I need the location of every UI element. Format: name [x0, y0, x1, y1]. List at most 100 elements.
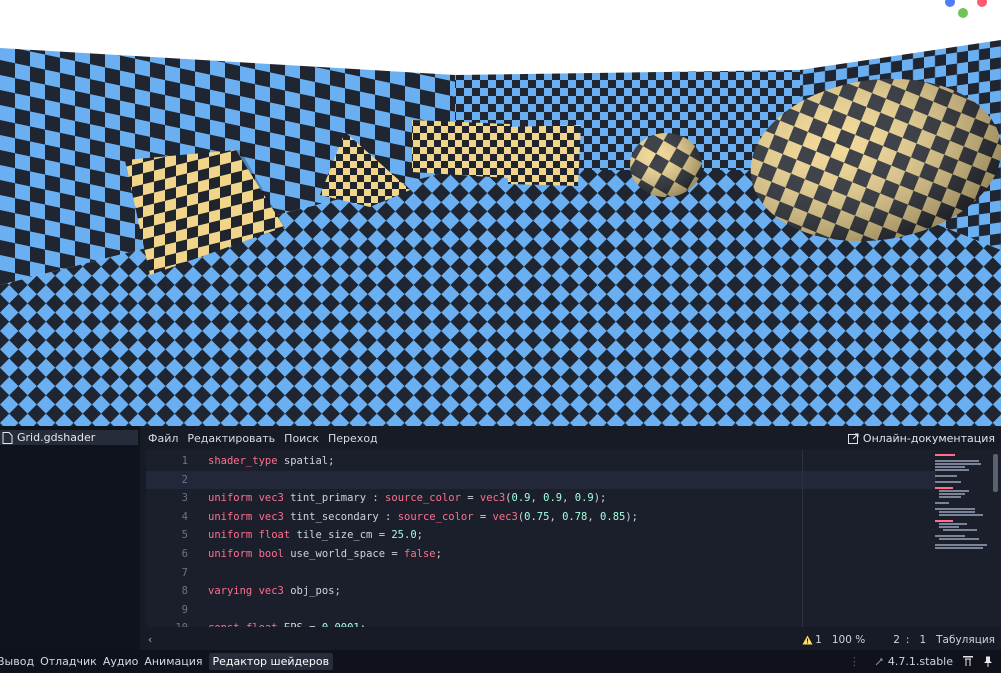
pin-panel-icon[interactable] [983, 656, 993, 667]
code-line[interactable]: 8 varying vec3 obj_pos; [146, 582, 936, 600]
code-token: 0.75 [524, 510, 550, 523]
code-token: 0.85 [600, 510, 626, 523]
vertical-scrollbar[interactable] [993, 454, 998, 492]
file-item-grid-gdshader[interactable]: Grid.gdshader [0, 430, 138, 445]
status-right: 1 100 % 2 : 1 Табуляция [802, 634, 995, 646]
code-token: EPS = [278, 622, 322, 627]
code-line[interactable]: 3 uniform vec3 tint_primary : source_colo… [146, 489, 936, 507]
tab-animation[interactable]: Анимация [144, 655, 202, 668]
shader-editor: Grid.gdshader Файл Редактировать Поиск П… [0, 426, 1001, 650]
code-token: , [549, 510, 563, 523]
line-number: 9 [181, 603, 188, 616]
code-token: uniform [208, 492, 253, 505]
code-minimap[interactable] [935, 452, 993, 562]
code-token: ; [360, 622, 366, 627]
code-token: float [258, 529, 291, 542]
code-token: = [460, 492, 480, 505]
online-docs-label: Онлайн-документация [862, 431, 995, 445]
code-token: 0.9 [574, 492, 594, 505]
tab-shader-editor[interactable]: Редактор шейдеров [208, 653, 334, 670]
code-token: vec3 [492, 510, 518, 523]
code-token: vec3 [258, 510, 284, 523]
3d-viewport[interactable] [0, 0, 1001, 426]
code-area[interactable]: 1 shader_type spatial; 2 3 uniform vec3 tint… [146, 450, 1001, 627]
code-token: uniform [208, 548, 253, 560]
cursor-column: 1 [919, 633, 927, 646]
line-source: const float EPS = 0.0001; [208, 622, 366, 627]
checker-scene[interactable] [0, 0, 1001, 426]
cursor-line: 2 [893, 633, 900, 646]
warning-icon[interactable] [802, 635, 813, 645]
code-token: const [208, 622, 240, 627]
engine-version[interactable]: 4.7.1.stable [888, 655, 953, 668]
code-line[interactable]: 4 uniform vec3 tint_secondary : source_co… [146, 508, 936, 526]
line-number: 3 [181, 492, 188, 505]
code-token: tile_size_cm = [290, 529, 392, 542]
code-token: spatial; [277, 455, 335, 467]
code-token: source_color [385, 492, 461, 505]
line-source: shader_type spatial; [208, 455, 334, 467]
line-number: 7 [181, 566, 188, 579]
godot-version-icon [875, 658, 883, 665]
code-token: 0.9 [543, 492, 563, 505]
code-token: vec3 [258, 492, 284, 505]
code-line[interactable]: 5 uniform float tile_size_cm = 25.0; [146, 526, 936, 544]
code-token: tint_secondary : [283, 510, 398, 523]
code-token: use_world_space = [283, 548, 404, 560]
code-token: uniform [208, 529, 253, 542]
menu-goto[interactable]: Переход [328, 432, 378, 445]
code-line[interactable]: 1 shader_type spatial; [146, 452, 936, 470]
code-token: , [530, 492, 544, 505]
kebab-separator-icon: ⋮ [848, 655, 860, 668]
code-token: bool [258, 548, 284, 560]
code-token: ; [435, 548, 442, 560]
collapse-panel-icon[interactable] [963, 656, 973, 667]
warning-count[interactable]: 1 [815, 634, 822, 646]
code-token: ; [416, 529, 423, 542]
code-token: 0.78 [562, 510, 588, 523]
line-source: uniform float tile_size_cm = 25.0; [208, 529, 423, 541]
menu-search[interactable]: Поиск [284, 432, 319, 445]
file-list: Grid.gdshader [0, 426, 140, 650]
code-token: 0.0001 [322, 622, 360, 627]
code-token: 25.0 [391, 529, 417, 542]
code-token: obj_pos; [283, 585, 341, 598]
tab-output[interactable]: Вывод [0, 655, 34, 668]
zoom-level[interactable]: 100 % [832, 634, 865, 646]
code-token: source_color [397, 510, 474, 523]
code-line[interactable]: 2 [146, 470, 936, 489]
line-number: 4 [181, 510, 188, 523]
code-line[interactable]: 6 uniform bool use_world_space = false; [146, 545, 936, 563]
code-token: ); [625, 510, 638, 523]
code-token: shader_type [208, 455, 278, 467]
tab-audio[interactable]: Аудио [103, 655, 139, 668]
code-token: uniform [208, 510, 253, 523]
cursor-separator: : [905, 633, 910, 646]
code-token: 0.9 [511, 492, 531, 505]
line-number: 10 [146, 622, 208, 627]
tab-debugger[interactable]: Отладчик [40, 655, 97, 668]
line-number: 6 [181, 548, 188, 560]
online-docs-link[interactable]: Онлайн-документация [847, 429, 995, 447]
menu-file[interactable]: Файл [148, 432, 178, 445]
code-line[interactable]: 10const float EPS = 0.0001; [146, 619, 936, 627]
line-number: 1 [181, 455, 188, 467]
code-token: vec3 [479, 492, 506, 505]
code-line[interactable]: 9 [146, 601, 936, 619]
editor-statusbar: ‹ 1 100 % 2 : 1 Табуляция [146, 631, 1001, 648]
code-token: vec3 [258, 585, 284, 598]
menu-edit[interactable]: Редактировать [187, 432, 275, 445]
code-token: float [246, 622, 278, 627]
code-token: tint_primary : [283, 492, 386, 505]
indent-mode[interactable]: Табуляция [936, 634, 995, 646]
box-2 [508, 125, 581, 186]
chevron-left-icon[interactable]: ‹ [148, 634, 152, 646]
line-source: uniform bool use_world_space = false; [208, 548, 442, 560]
code-token: ); [593, 492, 607, 505]
code-line[interactable]: 7 [146, 564, 936, 582]
file-icon [2, 431, 13, 444]
code-token: false [404, 548, 436, 560]
code-token: , [587, 510, 601, 523]
line-number: 2 [181, 473, 188, 486]
code-token: = [473, 510, 493, 523]
